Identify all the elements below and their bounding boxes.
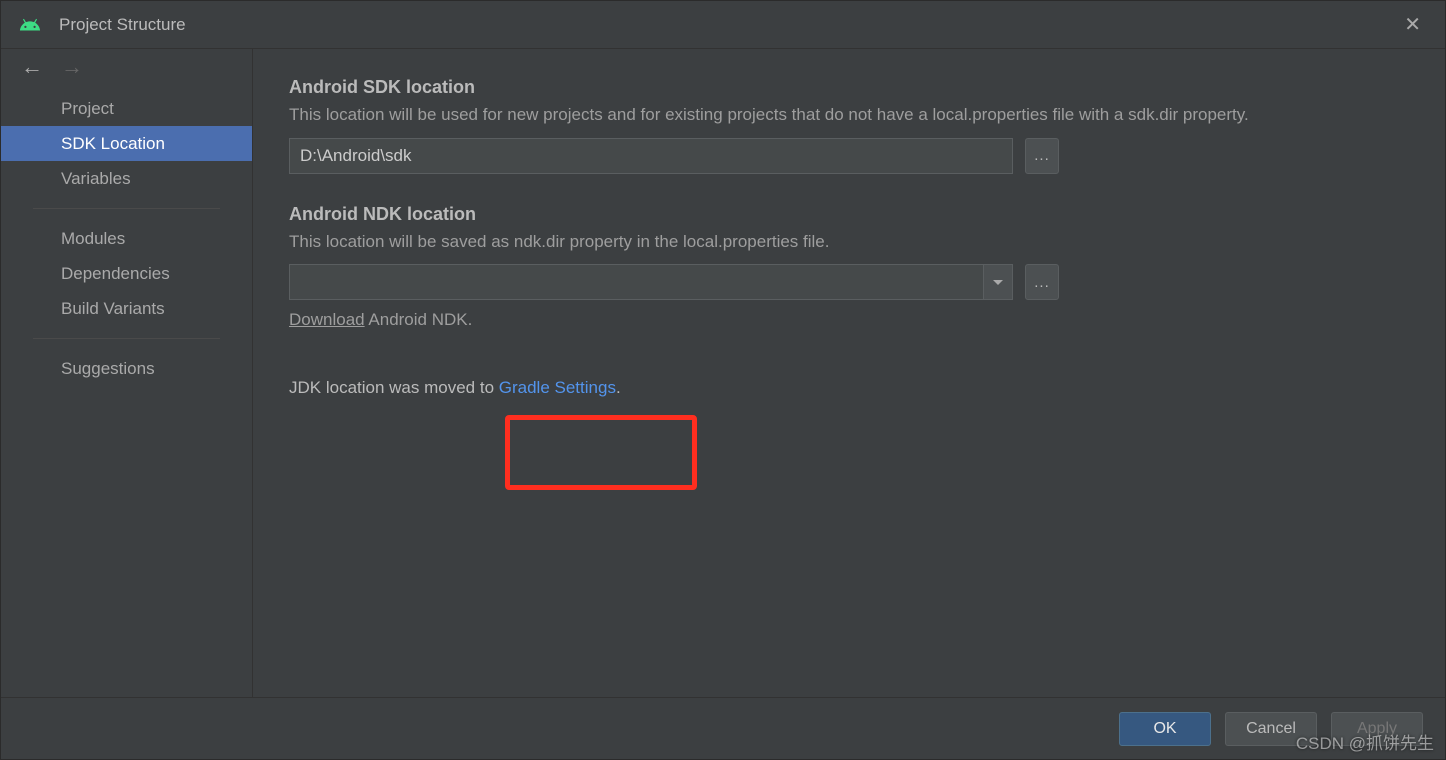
ndk-download-line: Download Android NDK. (289, 310, 1405, 330)
sidebar-item-build-variants[interactable]: Build Variants (1, 291, 252, 326)
sidebar-item-suggestions[interactable]: Suggestions (1, 351, 252, 386)
sdk-browse-button[interactable]: ... (1025, 138, 1059, 174)
ndk-dropdown-button[interactable] (983, 264, 1013, 300)
sidebar-item-modules[interactable]: Modules (1, 221, 252, 256)
sdk-location-input[interactable] (289, 138, 1013, 174)
apply-button[interactable]: Apply (1331, 712, 1423, 746)
sidebar: ← → ProjectSDK LocationVariables ModulesD… (1, 49, 253, 697)
nav-separator (33, 208, 220, 209)
titlebar: Project Structure ✕ (1, 1, 1445, 49)
nav-separator (33, 338, 220, 339)
ndk-section: Android NDK location This location will … (289, 204, 1405, 331)
sdk-desc: This location will be used for new proje… (289, 102, 1405, 128)
forward-arrow-icon[interactable]: → (61, 54, 83, 80)
sdk-section: Android SDK location This location will … (289, 77, 1405, 174)
sidebar-item-dependencies[interactable]: Dependencies (1, 256, 252, 291)
ndk-browse-button[interactable]: ... (1025, 264, 1059, 300)
cancel-button[interactable]: Cancel (1225, 712, 1317, 746)
project-structure-window: Project Structure ✕ ← → ProjectSDK Locat… (0, 0, 1446, 760)
android-logo-icon (19, 14, 41, 36)
back-arrow-icon[interactable]: ← (21, 54, 43, 80)
sidebar-item-variables[interactable]: Variables (1, 161, 252, 196)
nav-arrows: ← → (1, 49, 252, 85)
ndk-location-input[interactable] (289, 264, 983, 300)
chevron-down-icon (993, 280, 1003, 285)
jdk-suffix: . (616, 378, 621, 397)
close-icon[interactable]: ✕ (1398, 8, 1427, 41)
main-panel: Android SDK location This location will … (253, 49, 1445, 697)
window-title: Project Structure (59, 15, 1398, 35)
ndk-desc: This location will be saved as ndk.dir p… (289, 229, 1405, 255)
sidebar-item-project[interactable]: Project (1, 91, 252, 126)
footer: OK Cancel Apply (1, 697, 1445, 759)
ndk-download-link[interactable]: Download (289, 310, 365, 329)
ndk-download-suffix: Android NDK. (365, 310, 473, 329)
jdk-prefix: JDK location was moved to (289, 378, 499, 397)
ok-button[interactable]: OK (1119, 712, 1211, 746)
ndk-title: Android NDK location (289, 204, 1405, 225)
sidebar-item-sdk-location[interactable]: SDK Location (1, 126, 252, 161)
nav-list: ProjectSDK LocationVariables ModulesDepen… (1, 85, 252, 386)
jdk-moved-line: JDK location was moved to Gradle Setting… (289, 378, 1405, 398)
gradle-settings-link[interactable]: Gradle Settings (499, 378, 616, 397)
sdk-title: Android SDK location (289, 77, 1405, 98)
